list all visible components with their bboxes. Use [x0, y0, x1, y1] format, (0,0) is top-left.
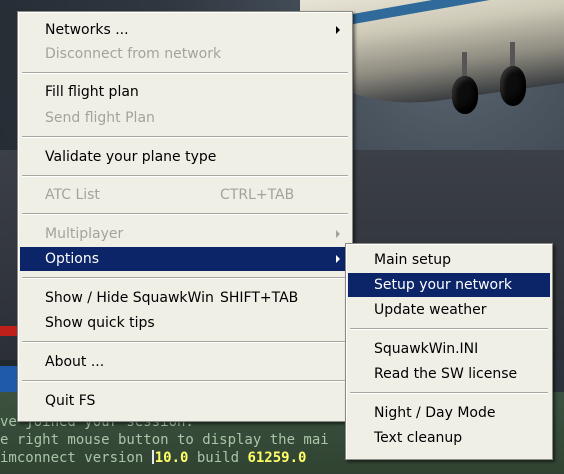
menu-separator	[22, 213, 348, 215]
menu-item-label: Show / Hide SquawkWin	[45, 290, 214, 306]
menu-item-label: Options	[45, 251, 100, 267]
build-value: 61259.0	[247, 450, 307, 466]
menu-item-fill-flight-plan[interactable]: Fill flight plan	[20, 80, 350, 104]
text-cursor	[151, 450, 154, 464]
chat-line-prefix: imconnect version	[0, 450, 152, 466]
menu-item-label: Night / Day Mode	[374, 405, 496, 421]
submenu-arrow-icon	[336, 255, 340, 263]
menu-item-networks[interactable]: Networks ...	[20, 18, 350, 42]
menu-item-label: Multiplayer	[45, 226, 124, 242]
menu-item-label: Fill flight plan	[45, 84, 139, 100]
submenu-item-main-setup[interactable]: Main setup	[348, 248, 550, 272]
menu-item-label: Send flight Plan	[45, 110, 155, 126]
menu-item-shortcut: SHIFT+TAB	[220, 290, 299, 306]
menu-separator	[22, 277, 348, 279]
menu-item-label: About ...	[45, 354, 105, 370]
menu-item-label: Update weather	[374, 302, 487, 318]
landing-gear-wheel	[452, 76, 478, 114]
menu-item-label: Show quick tips	[45, 315, 155, 331]
menu-item-label: SquawkWin.INI	[374, 341, 479, 357]
submenu-item-update-weather[interactable]: Update weather	[348, 298, 550, 322]
menu-item-options[interactable]: Options	[20, 247, 350, 271]
context-menu: Networks ... Disconnect from network Fil…	[17, 11, 353, 422]
version-value: 10.0	[154, 450, 189, 466]
menu-item-send-flight-plan[interactable]: Send flight Plan	[20, 106, 350, 130]
menu-item-multiplayer[interactable]: Multiplayer	[20, 222, 350, 246]
chat-line-mid: build	[188, 450, 248, 466]
menu-item-label: Read the SW license	[374, 366, 518, 382]
menu-separator	[22, 72, 348, 74]
submenu-item-night-day-mode[interactable]: Night / Day Mode	[348, 401, 550, 425]
menu-separator	[350, 392, 548, 394]
submenu-arrow-icon	[336, 26, 340, 34]
menu-item-label: ATC List	[45, 187, 100, 203]
submenu-item-setup-network[interactable]: Setup your network	[348, 273, 550, 297]
submenu-item-read-license[interactable]: Read the SW license	[348, 362, 550, 386]
submenu-arrow-icon	[336, 230, 340, 238]
menu-item-show-hide-squawkwin[interactable]: Show / Hide SquawkWin SHIFT+TAB	[20, 286, 350, 310]
menu-item-show-quick-tips[interactable]: Show quick tips	[20, 311, 350, 335]
menu-item-label: Disconnect from network	[45, 46, 222, 62]
landing-gear-wheel	[500, 66, 526, 106]
menu-item-label: Text cleanup	[374, 430, 463, 446]
menu-separator	[22, 380, 348, 382]
menu-item-label: Validate your plane type	[45, 149, 217, 165]
submenu-item-text-cleanup[interactable]: Text cleanup	[348, 426, 550, 450]
menu-item-about[interactable]: About ...	[20, 350, 350, 374]
menu-item-label: Main setup	[374, 252, 452, 268]
options-submenu: Main setup Setup your network Update wea…	[345, 243, 553, 460]
menu-separator	[22, 341, 348, 343]
submenu-item-squawkwin-ini[interactable]: SquawkWin.INI	[348, 337, 550, 361]
menu-separator	[350, 328, 548, 330]
menu-separator	[22, 175, 348, 177]
menu-item-atc-list[interactable]: ATC List CTRL+TAB	[20, 183, 350, 207]
menu-item-label: Quit FS	[45, 393, 96, 409]
menu-item-label: Setup your network	[374, 277, 512, 293]
menu-item-quit-fs[interactable]: Quit FS	[20, 389, 350, 413]
menu-item-disconnect[interactable]: Disconnect from network	[20, 42, 350, 66]
menu-item-validate-plane[interactable]: Validate your plane type	[20, 145, 350, 169]
menu-item-label: Networks ...	[45, 22, 129, 38]
menu-item-shortcut: CTRL+TAB	[220, 187, 295, 203]
menu-separator	[22, 136, 348, 138]
